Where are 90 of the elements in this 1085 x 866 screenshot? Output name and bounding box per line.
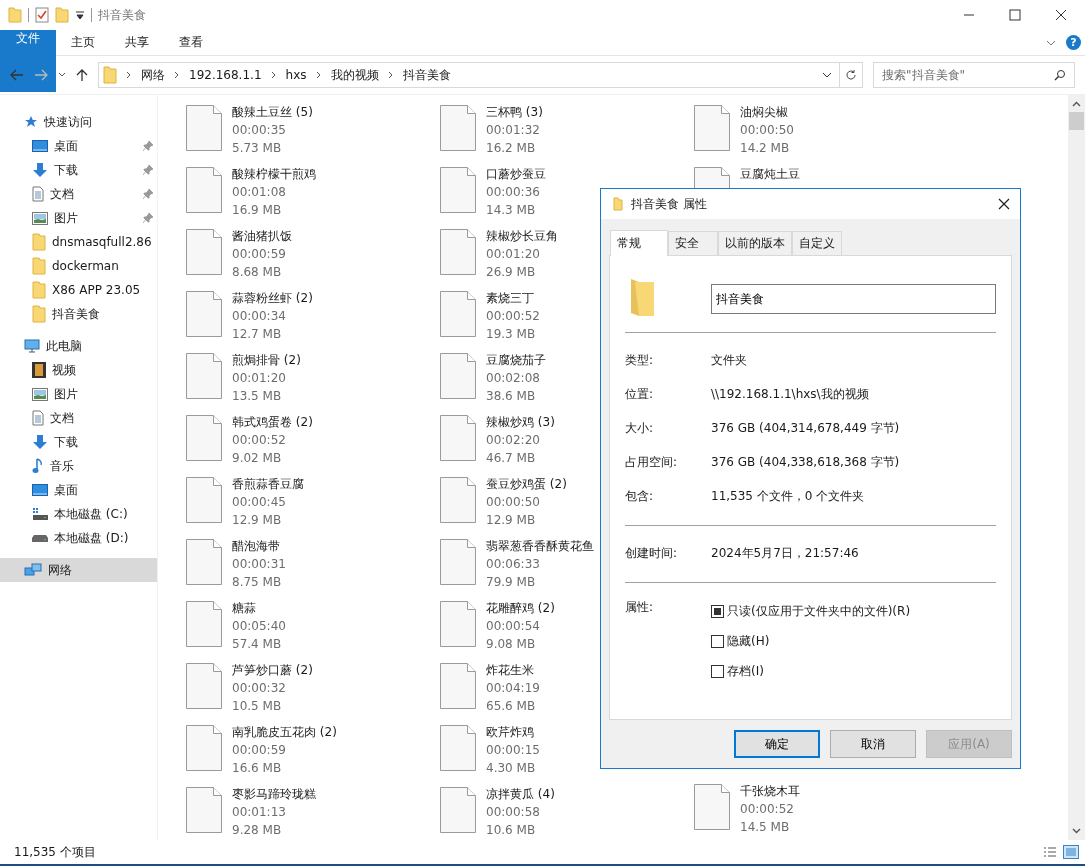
nav-label: 下载	[54, 433, 79, 451]
file-size: 12.7 MB	[232, 326, 283, 343]
file-duration: 00:00:15	[486, 742, 540, 759]
file-duration: 00:00:52	[740, 801, 795, 818]
file-duration: 00:02:08	[486, 370, 541, 387]
nav-label: 桌面	[54, 481, 79, 499]
file-size: 16.6 MB	[232, 760, 283, 777]
window-title: 抖音美食	[98, 6, 146, 24]
nav-label: 图片	[54, 385, 79, 403]
file-size: 57.4 MB	[232, 636, 283, 653]
file-duration: 00:00:32	[232, 680, 287, 697]
file-duration: 00:00:45	[232, 494, 287, 511]
file-size: 8.75 MB	[232, 574, 283, 591]
file-size: 12.9 MB	[486, 512, 537, 529]
property-label: 包含:	[625, 487, 655, 505]
file-duration: 00:00:59	[232, 742, 287, 759]
file-duration: 00:00:50	[486, 494, 541, 511]
file-duration: 00:00:36	[486, 184, 541, 201]
checkbox-label: 只读(仅应用于文件夹中的文件)(R)	[727, 603, 911, 620]
property-value: \\192.168.1.1\hxs\我的视频	[711, 385, 869, 403]
file-duration: 00:00:50	[740, 122, 794, 139]
file-duration: 00:01:20	[232, 370, 287, 387]
file-size: 9.28 MB	[232, 822, 283, 839]
file-duration: 00:00:34	[232, 308, 287, 325]
nav-label: 文档	[50, 409, 75, 427]
property-label: 属性:	[625, 599, 655, 616]
file-duration: 00:00:54	[486, 618, 541, 635]
file-size: 5.73 MB	[232, 140, 283, 157]
file-size: 46.7 MB	[486, 450, 537, 467]
property-value: 文件夹	[711, 351, 747, 369]
file-size: 4.30 MB	[486, 760, 537, 777]
file-duration: 00:00:59	[232, 246, 287, 263]
file-size: 12.9 MB	[232, 512, 283, 529]
property-label: 大小:	[625, 419, 655, 437]
nav-label: X86 APP 23.05	[52, 283, 142, 297]
file-duration: 00:06:33	[486, 556, 541, 573]
file-duration: 00:01:08	[232, 184, 287, 201]
nav-label: 文档	[50, 185, 75, 203]
dialog-title: 抖音美食 属性	[631, 195, 707, 213]
file-size: 9.02 MB	[232, 450, 283, 467]
file-size: 16.9 MB	[232, 202, 283, 219]
file-duration: 00:00:52	[232, 432, 287, 449]
file-size: 26.9 MB	[486, 264, 537, 281]
file-duration: 00:01:20	[486, 246, 541, 263]
file-duration: 00:05:40	[232, 618, 286, 635]
property-label: 占用空间:	[625, 453, 679, 471]
file-size: 38.6 MB	[486, 388, 537, 405]
property-label: 位置:	[625, 385, 655, 403]
nav-label: 本地磁盘 (C:)	[54, 505, 129, 523]
nav-label: dnsmasqfull2.86	[52, 235, 153, 249]
file-duration: 00:01:32	[486, 122, 541, 139]
file-size: 14.2 MB	[740, 140, 791, 157]
nav-label: 桌面	[54, 137, 79, 155]
file-size: 9.08 MB	[486, 636, 537, 653]
file-size: 19.3 MB	[486, 326, 537, 343]
nav-label: 图片	[54, 209, 79, 227]
file-size: 10.5 MB	[232, 698, 283, 715]
property-value: 376 GB (404,314,678,449 字节)	[711, 419, 900, 437]
file-size: 16.2 MB	[486, 140, 537, 157]
file-size: 8.68 MB	[232, 264, 283, 281]
file-duration: 00:01:13	[232, 804, 287, 821]
file-size: 14.3 MB	[486, 202, 537, 219]
file-duration: 00:00:31	[232, 556, 286, 573]
file-size: 79.9 MB	[486, 574, 537, 591]
file-size: 10.6 MB	[486, 822, 537, 839]
property-label: 类型:	[625, 351, 655, 369]
nav-label: 音乐	[50, 457, 75, 475]
file-size: 14.5 MB	[740, 819, 791, 836]
checkbox-label: 存档(I)	[727, 663, 764, 680]
file-duration: 00:04:19	[486, 680, 540, 697]
nav-label: 此电脑	[46, 337, 82, 355]
item-count: 11,535 个项目	[14, 843, 96, 861]
file-duration: 00:00:35	[232, 122, 287, 139]
property-label: 创建时间:	[625, 544, 679, 562]
checkbox-label: 隐藏(H)	[727, 633, 770, 650]
nav-label: 快速访问	[44, 113, 92, 131]
nav-label: 本地磁盘 (D:)	[54, 529, 130, 547]
property-value: 2024年5月7日，21:57:46	[711, 544, 859, 562]
file-duration: 00:02:20	[486, 432, 541, 449]
nav-label: 下载	[54, 161, 79, 179]
nav-label: 视频	[52, 361, 77, 379]
property-value: 376 GB (404,338,618,368 字节)	[711, 453, 900, 471]
file-size: 65.6 MB	[486, 698, 537, 715]
property-value: 11,535 个文件，0 个文件夹	[711, 487, 865, 505]
nav-label: 抖音美食	[52, 305, 101, 323]
file-size: 13.5 MB	[232, 388, 283, 405]
nav-label: 网络	[48, 561, 72, 579]
file-duration: 00:00:58	[486, 804, 541, 821]
nav-label: dockerman	[52, 259, 120, 273]
file-duration: 00:00:52	[486, 308, 540, 325]
